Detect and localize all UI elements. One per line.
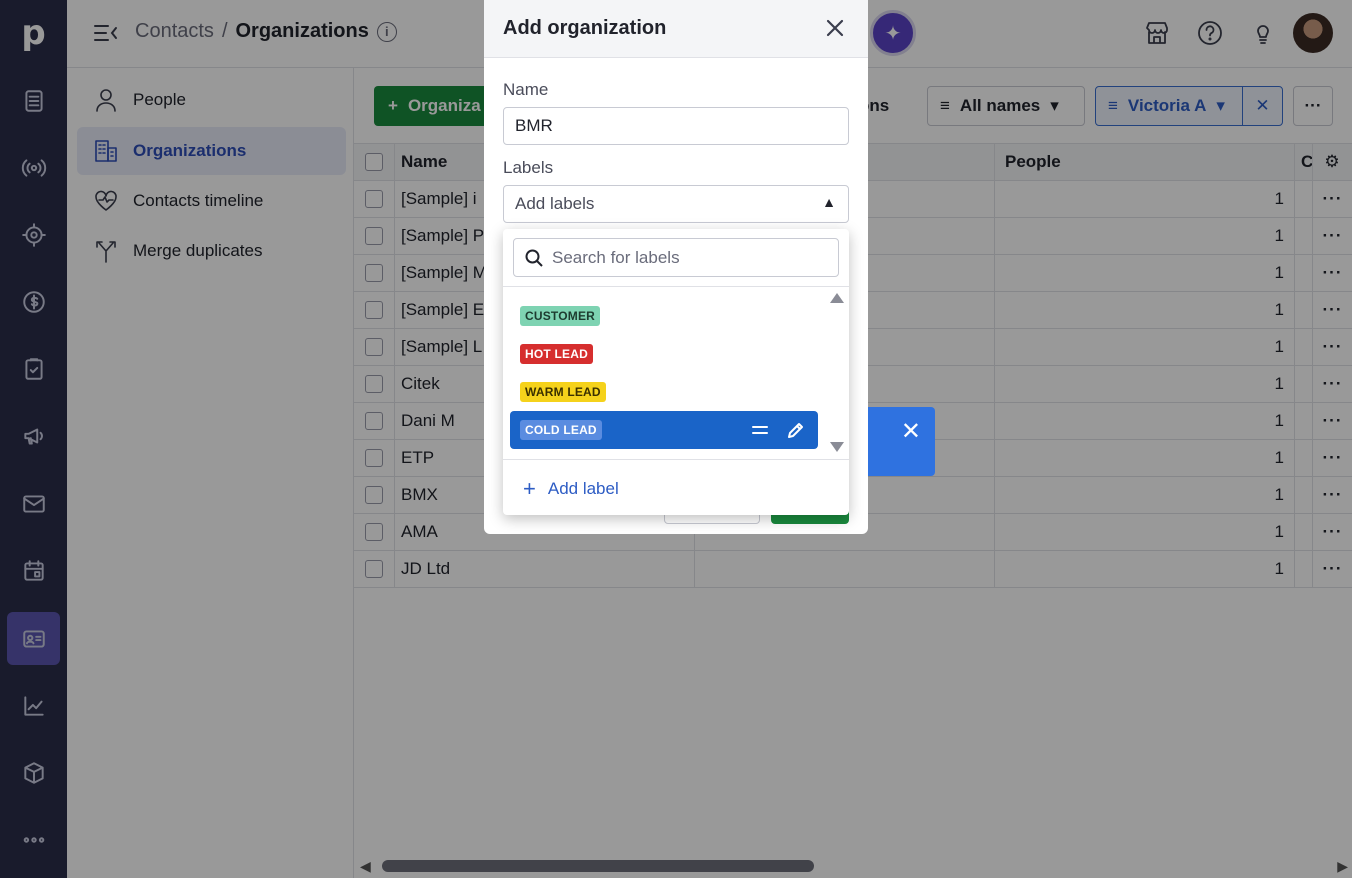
label-option-warm-lead[interactable]: WARM LEAD [510,373,818,411]
labels-field-label: Labels [503,158,554,177]
label-option-customer[interactable]: CUSTOMER [510,297,818,335]
edit-icon[interactable] [786,420,806,440]
labels-dropdown: Search for labels CUSTOMER HOT LEAD WARM… [503,229,849,515]
add-label-button[interactable]: + Add label [523,476,619,502]
close-icon[interactable] [824,17,846,39]
modal-title: Add organization [484,0,868,58]
label-tag: HOT LEAD [520,344,593,364]
name-field[interactable]: BMR [503,107,849,145]
label-option-cold-lead[interactable]: COLD LEAD [510,411,818,449]
label-tag: COLD LEAD [520,420,602,440]
scroll-up-icon[interactable] [830,293,844,303]
scroll-down-icon[interactable] [830,442,844,452]
label-tag: WARM LEAD [520,382,606,402]
labels-select[interactable]: Add labels ▲ [503,185,849,223]
toast-close-icon[interactable]: ✕ [901,417,921,446]
search-placeholder: Search for labels [552,247,680,267]
add-label-text: Add label [547,479,619,498]
chevron-up-icon: ▲ [822,194,836,210]
name-field-label: Name [503,80,549,99]
search-icon [525,249,543,267]
labels-placeholder: Add labels [515,194,595,213]
drag-handle-icon[interactable] [750,420,770,440]
label-search-input[interactable]: Search for labels [513,238,839,277]
plus-icon: + [523,476,536,501]
label-option-hot-lead[interactable]: HOT LEAD [510,335,818,373]
label-tag: CUSTOMER [520,306,601,326]
